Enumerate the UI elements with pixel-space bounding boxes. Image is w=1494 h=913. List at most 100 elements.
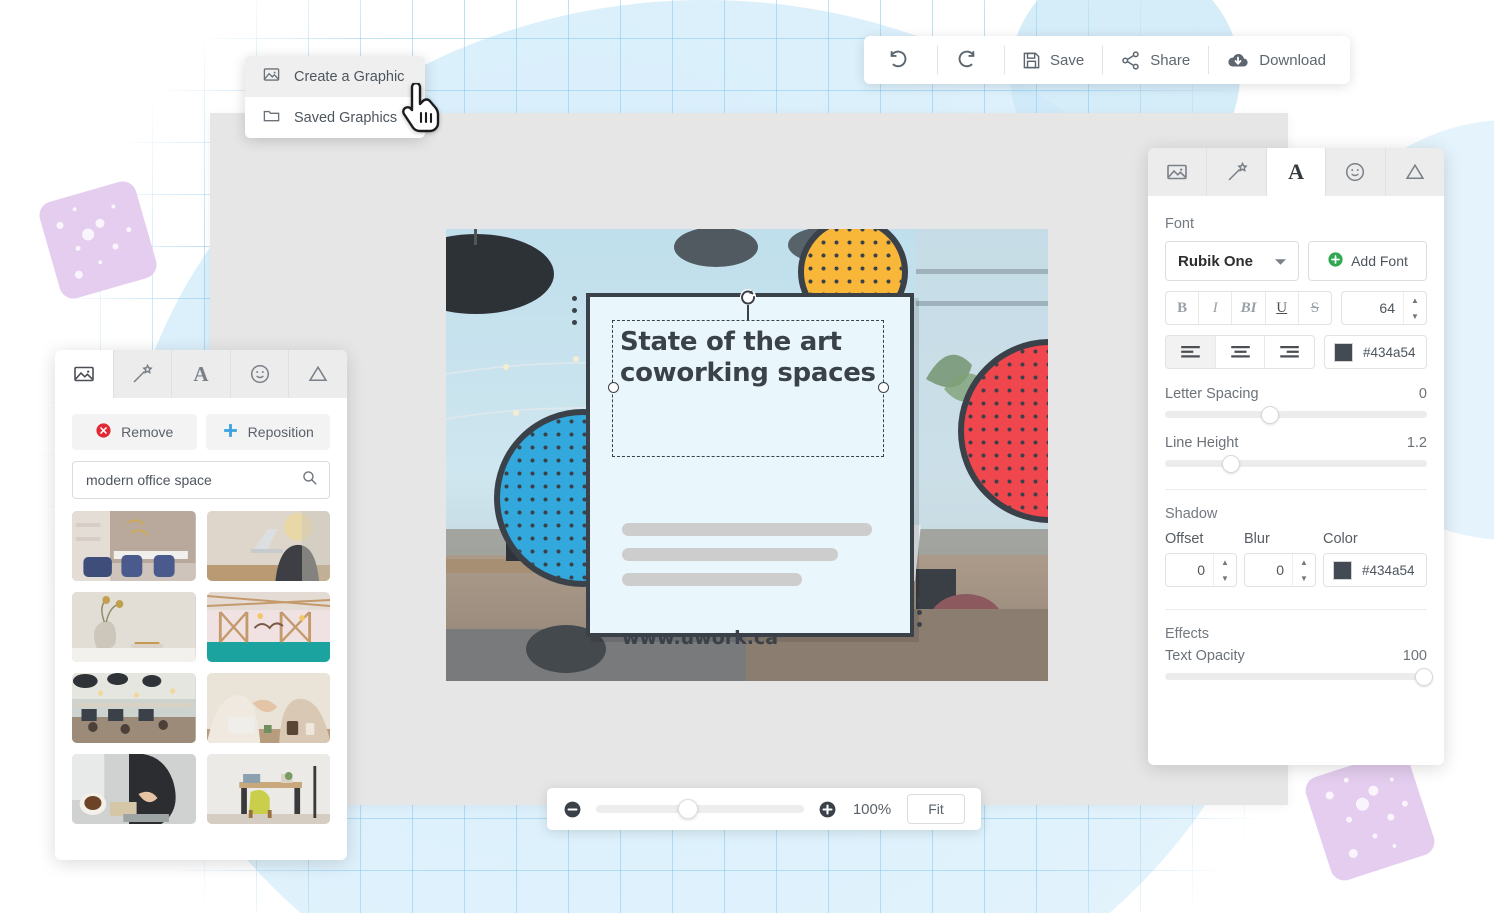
right-tab-text[interactable]: A xyxy=(1267,148,1326,196)
right-tab-effects[interactable] xyxy=(1207,148,1266,196)
letter-a-icon: A xyxy=(193,362,208,387)
text-panel-body: Font Rubik One Add Font xyxy=(1148,196,1444,680)
thumb-create-wall-sign[interactable] xyxy=(207,592,331,662)
font-size-stepper[interactable]: 64 ▲ ▼ xyxy=(1341,291,1427,325)
text-opacity-slider[interactable] xyxy=(1165,673,1427,680)
right-tab-shape[interactable] xyxy=(1386,148,1444,196)
redo-icon xyxy=(955,49,977,71)
left-tab-image[interactable] xyxy=(55,350,114,398)
thumb-coffee-and-notebook[interactable] xyxy=(72,754,196,824)
text-opacity-thumb[interactable] xyxy=(1415,668,1433,686)
strikethrough-button[interactable]: S xyxy=(1299,292,1331,324)
line-height-slider[interactable] xyxy=(1165,460,1427,467)
font-color-picker[interactable]: #434a54 xyxy=(1324,335,1427,369)
shadow-blur-label: Blur xyxy=(1244,531,1314,547)
remove-button[interactable]: Remove xyxy=(72,414,197,450)
underline-button[interactable]: U xyxy=(1266,292,1299,324)
remove-label: Remove xyxy=(121,424,173,440)
align-left-button[interactable] xyxy=(1166,336,1216,368)
folder-icon xyxy=(262,106,281,129)
search-icon[interactable] xyxy=(301,469,318,491)
letter-spacing-thumb[interactable] xyxy=(1261,406,1279,424)
line-height-value: 1.2 xyxy=(1407,435,1427,451)
plus-circle-icon[interactable] xyxy=(818,800,837,819)
align-right-button[interactable] xyxy=(1265,336,1314,368)
shadow-offset-stepper[interactable]: 0 ▲ ▼ xyxy=(1165,553,1237,587)
shadow-blur-spinners: ▲ ▼ xyxy=(1292,554,1315,586)
triangle-icon xyxy=(1403,160,1427,184)
shadow-offset-increment[interactable]: ▲ xyxy=(1214,554,1236,570)
image-grip-right[interactable] xyxy=(917,598,922,634)
letter-a-icon: A xyxy=(1288,159,1304,185)
rotate-handle[interactable] xyxy=(739,288,757,311)
thumb-cafe-interior-chairs[interactable] xyxy=(72,511,196,581)
menu-item-create-a-graphic[interactable]: Create a Graphic xyxy=(245,56,425,97)
design-url: www.uwork.ca xyxy=(622,627,778,649)
selection-handle-right[interactable] xyxy=(878,382,889,393)
share-button[interactable]: Share xyxy=(1102,36,1208,84)
left-tab-text[interactable]: A xyxy=(172,350,231,398)
bold-italic-button[interactable]: BI xyxy=(1232,292,1265,324)
fit-button[interactable]: Fit xyxy=(907,794,965,824)
menu-item-label: Saved Graphics xyxy=(294,110,397,126)
right-tab-image[interactable] xyxy=(1148,148,1207,196)
shadow-blur-increment[interactable]: ▲ xyxy=(1293,554,1315,570)
text-selection-box[interactable] xyxy=(612,320,884,457)
shadow-blur-stepper[interactable]: 0 ▲ ▼ xyxy=(1244,553,1316,587)
align-center-button[interactable] xyxy=(1216,336,1266,368)
font-color-value: #434a54 xyxy=(1363,345,1416,360)
divider-effects xyxy=(1165,609,1427,610)
shadow-offset-decrement[interactable]: ▼ xyxy=(1214,570,1236,586)
font-size-increment[interactable]: ▲ xyxy=(1404,292,1426,308)
line-height-head: Line Height 1.2 xyxy=(1165,435,1427,451)
save-button[interactable]: Save xyxy=(1004,36,1102,84)
thumb-yellow-chair-desk[interactable] xyxy=(207,754,331,824)
thumb-vase-on-desk[interactable] xyxy=(72,592,196,662)
shadow-blur-decrement[interactable]: ▼ xyxy=(1293,570,1315,586)
fit-label: Fit xyxy=(928,801,944,817)
download-button[interactable]: Download xyxy=(1208,36,1344,84)
minus-circle-icon[interactable] xyxy=(563,800,582,819)
zoom-percent-label: 100% xyxy=(851,801,893,818)
image-search-box[interactable] xyxy=(72,461,330,499)
share-label: Share xyxy=(1150,52,1190,69)
redo-button[interactable] xyxy=(937,36,1004,84)
thumb-woman-with-laptop[interactable] xyxy=(207,511,331,581)
shadow-color-picker[interactable]: #434a54 xyxy=(1323,553,1427,587)
shadow-color-label: Color xyxy=(1323,531,1427,547)
graphics-dropdown-menu: Create a Graphic Saved Graphics xyxy=(245,56,425,138)
letter-spacing-slider[interactable] xyxy=(1165,411,1427,418)
plus-circle-icon xyxy=(1327,251,1344,271)
effects-section-label: Effects xyxy=(1165,626,1427,642)
menu-item-saved-graphics[interactable]: Saved Graphics xyxy=(245,97,425,138)
shadow-color-value: #434a54 xyxy=(1362,563,1415,578)
left-tab-sticker[interactable] xyxy=(231,350,290,398)
font-family-select[interactable]: Rubik One xyxy=(1165,241,1299,281)
zoom-toolbar: 100% Fit xyxy=(547,788,981,830)
zoom-slider-thumb[interactable] xyxy=(678,799,698,819)
reposition-button[interactable]: Reposition xyxy=(206,414,331,450)
bold-button[interactable]: B xyxy=(1166,292,1199,324)
undo-button[interactable] xyxy=(870,36,937,84)
thumb-open-coworking-floor[interactable] xyxy=(72,673,196,743)
right-tab-sticker[interactable] xyxy=(1326,148,1385,196)
shadow-offset-value: 0 xyxy=(1166,554,1213,586)
thumb-handshake-over-desk[interactable] xyxy=(207,673,331,743)
zoom-slider[interactable] xyxy=(596,805,804,813)
font-size-decrement[interactable]: ▼ xyxy=(1404,308,1426,324)
align-color-row: #434a54 xyxy=(1165,335,1427,369)
image-grip-left[interactable] xyxy=(572,296,577,332)
text-align-group xyxy=(1165,335,1315,369)
text-opacity-head: Text Opacity 100 xyxy=(1165,648,1427,664)
chevron-down-icon xyxy=(1275,253,1286,270)
italic-button[interactable]: I xyxy=(1199,292,1232,324)
left-tab-effects[interactable] xyxy=(114,350,173,398)
line-height-control: Line Height 1.2 xyxy=(1165,435,1427,467)
font-size-spinners: ▲ ▼ xyxy=(1403,292,1426,324)
add-font-button[interactable]: Add Font xyxy=(1308,241,1427,281)
left-tab-shape[interactable] xyxy=(289,350,347,398)
line-height-thumb[interactable] xyxy=(1222,455,1240,473)
selection-handle-left[interactable] xyxy=(608,382,619,393)
search-input[interactable] xyxy=(84,471,293,489)
font-color-swatch xyxy=(1334,343,1353,362)
